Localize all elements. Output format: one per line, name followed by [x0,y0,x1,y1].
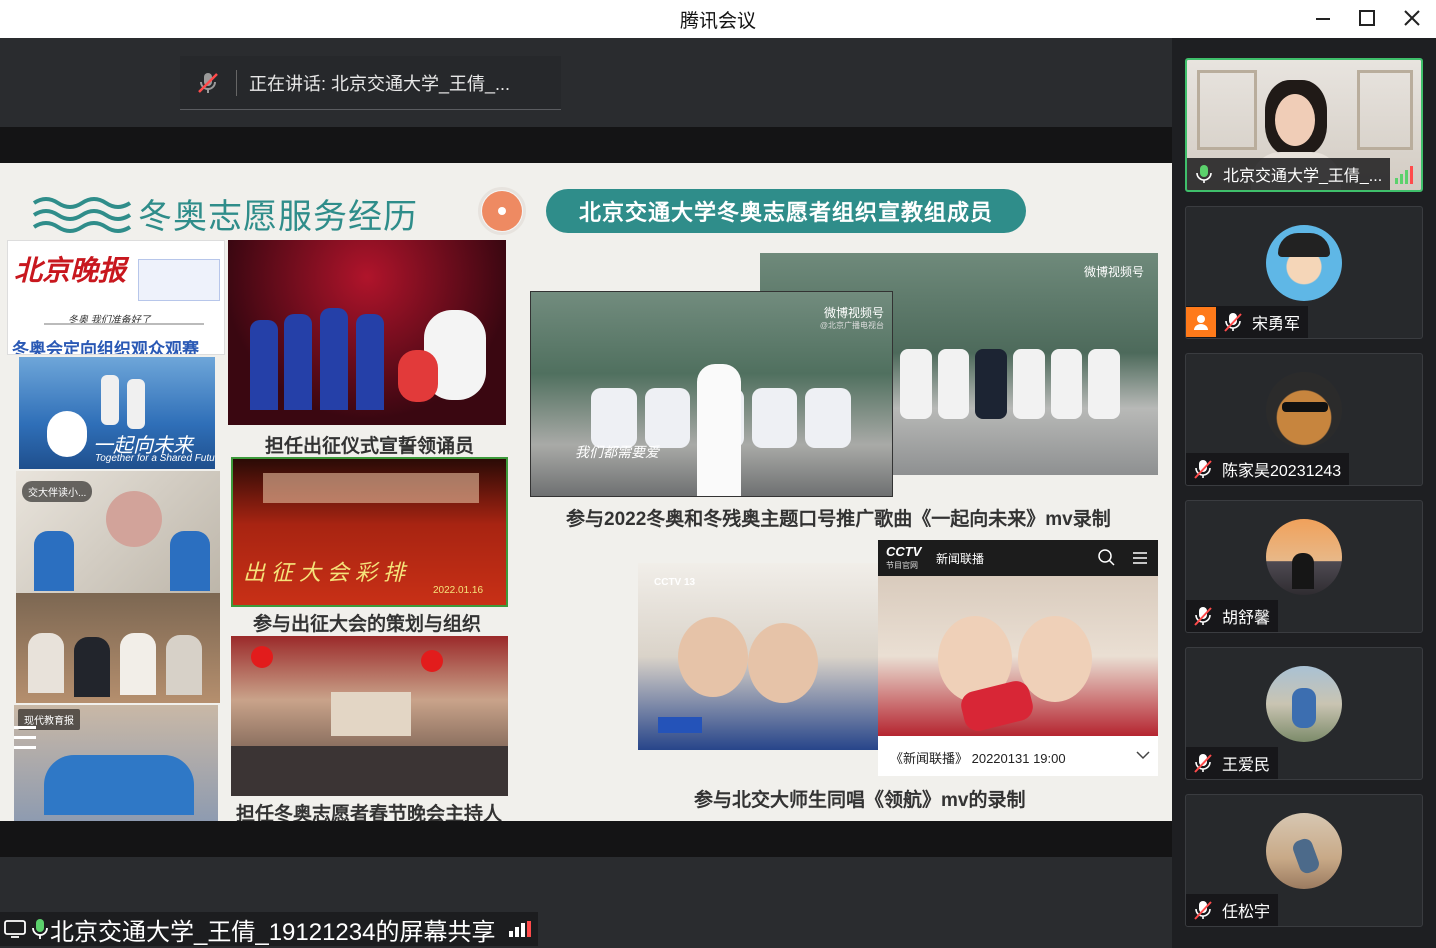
slide-heading: 冬奥志愿服务经历 [138,198,418,236]
screen-share-icon [4,920,26,938]
shared-screen-stage: 正在讲话: 北京交通大学_王倩_... 冬奥志愿服务经历 北京交通大学冬奥志愿者… [0,38,1172,948]
participant-name: 陈家昊20231243 [1222,463,1342,480]
participant-namebar: 任松宇 [1186,894,1279,926]
menu-icon[interactable] [1131,549,1149,567]
participants-panel: 北京交通大学_王倩_... 宋勇军 陈家昊20231243 胡舒馨 王爱民 任松… [1172,38,1436,948]
avatar [1266,666,1342,742]
poster-photo: 一起向未来 Together for a Shared Futu [19,357,215,469]
speaking-text: 正在讲话: 北京交通大学_王倩_... [249,73,511,94]
newspaper-headline: 冬奥会定向组织观众观赛 [12,340,199,355]
screen-share-label: 北京交通大学_王倩_19121234的屏幕共享 [0,912,538,946]
title-bar: 腾讯会议 [0,0,1436,38]
maximize-button[interactable] [1347,4,1387,32]
close-button[interactable] [1392,4,1432,32]
waves-icon [32,197,132,233]
meeting-window: 腾讯会议 正在讲话: 北京交通大学_王倩_... 冬奥志愿服务经历 北京交通大学… [0,0,1436,948]
newspaper-masthead: 北京晚报 [14,254,127,287]
mic-muted-icon [1192,752,1214,774]
cctv-channel: 新闻联播 [936,552,985,566]
close-icon [1404,10,1420,26]
screen-share-owner: 北京交通大学_王倩_19121234的屏幕共享 [50,918,496,946]
avatar [1266,519,1342,595]
ceremony-photo [228,240,506,425]
participant-name: 宋勇军 [1252,316,1301,333]
maximize-icon [1359,10,1375,26]
caption-lh: 参与北交大师生同唱《领航》mv的录制 [694,790,1026,811]
mic-on-icon [1193,163,1215,185]
letterbox-top [0,127,1172,163]
participant-name: 王爱民 [1222,757,1271,774]
participant-name: 北京交通大学_王倩_... [1223,168,1383,185]
slide-pill-title: 北京交通大学冬奥志愿者组织宣教组成员 [546,189,1026,233]
search-icon[interactable] [1098,549,1116,567]
video-thumb-1[interactable]: 交大伴读小... [16,471,220,593]
participant-namebar: 宋勇军 [1186,306,1309,338]
window-title: 腾讯会议 [679,11,756,32]
caption-mv2022: 参与2022冬奥和冬残奥主题口号推广歌曲《一起向未来》mv录制 [566,509,1111,530]
avatar [1266,813,1342,889]
speaking-indicator: 正在讲话: 北京交通大学_王倩_... [180,56,561,110]
avatar [1266,225,1342,301]
group-photo [16,593,220,703]
minimize-icon [1316,18,1330,20]
participant-namebar: 王爱民 [1186,747,1279,779]
chevron-down-icon[interactable] [1136,750,1150,760]
mic-muted-icon [1192,458,1214,480]
cctv-logo: CCTV [886,544,922,559]
mic-muted-icon [1192,899,1214,921]
participant-tile-5[interactable]: 任松宇 [1185,794,1423,927]
participant-name: 任松宇 [1222,904,1271,921]
newspaper-clipping: 北京晚报 冬奥 我们准备好了 冬奥会定向组织观众观赛 [7,240,225,355]
gala-photo [231,636,508,796]
participant-name: 胡舒馨 [1222,610,1271,627]
participant-tile-2[interactable]: 陈家昊20231243 [1185,353,1423,486]
signal-icon [509,921,532,937]
signal-icon [1395,166,1413,184]
cctv-footer: 《新闻联播》 20220131 19:00 [890,751,1066,766]
mic-muted-icon [1222,311,1244,333]
cctv-news-card[interactable]: CCTV 节目官网 新闻联播 《新闻联播》 20220131 19:00 [878,540,1158,776]
caption-rally: 参与出征大会的策划与组织 [253,614,482,635]
mic-muted-icon [1192,605,1214,627]
cctv13-photo[interactable]: CCTV 13 [638,563,878,750]
participant-namebar: 胡舒馨 [1186,600,1279,632]
letterbox-bottom [0,821,1172,857]
participant-namebar: 北京交通大学_王倩_... [1187,158,1391,190]
caption-oath: 担任出征仪式宣誓领诵员 [265,436,475,457]
caption-gala: 担任冬奥志愿者春节晚会主持人 [236,804,503,821]
video-thumb-2[interactable]: 现代教育报 [14,705,218,821]
bullet-dot-icon [478,187,526,235]
participant-tile-1[interactable]: 宋勇军 [1185,206,1423,339]
rally-photo: 出征大会彩排 2022.01.16 [231,457,508,607]
minimize-button[interactable] [1303,4,1343,32]
participant-tile-3[interactable]: 胡舒馨 [1185,500,1423,633]
participant-tile-4[interactable]: 王爱民 [1185,647,1423,780]
toolbar-menu-icon[interactable] [6,722,42,752]
speaking-mic-icon [180,56,236,110]
rally-banner: 出征大会彩排 [243,561,412,586]
host-icon [1186,307,1216,337]
avatar [1266,372,1342,448]
mic-on-icon [32,919,48,939]
participant-tile-0[interactable]: 北京交通大学_王倩_... [1185,58,1423,192]
video-tag-1: 交大伴读小... [22,481,93,502]
weibo-watermark: 微博视频号 [823,306,884,320]
participant-namebar: 陈家昊20231243 [1186,453,1350,485]
presentation-slide: 冬奥志愿服务经历 北京交通大学冬奥志愿者组织宣教组成员 北京晚报 冬奥 我们准备… [0,163,1172,821]
mv-photo-front[interactable]: 微博视频号 @北京广播电视台 我们都需要爱 [530,291,893,497]
